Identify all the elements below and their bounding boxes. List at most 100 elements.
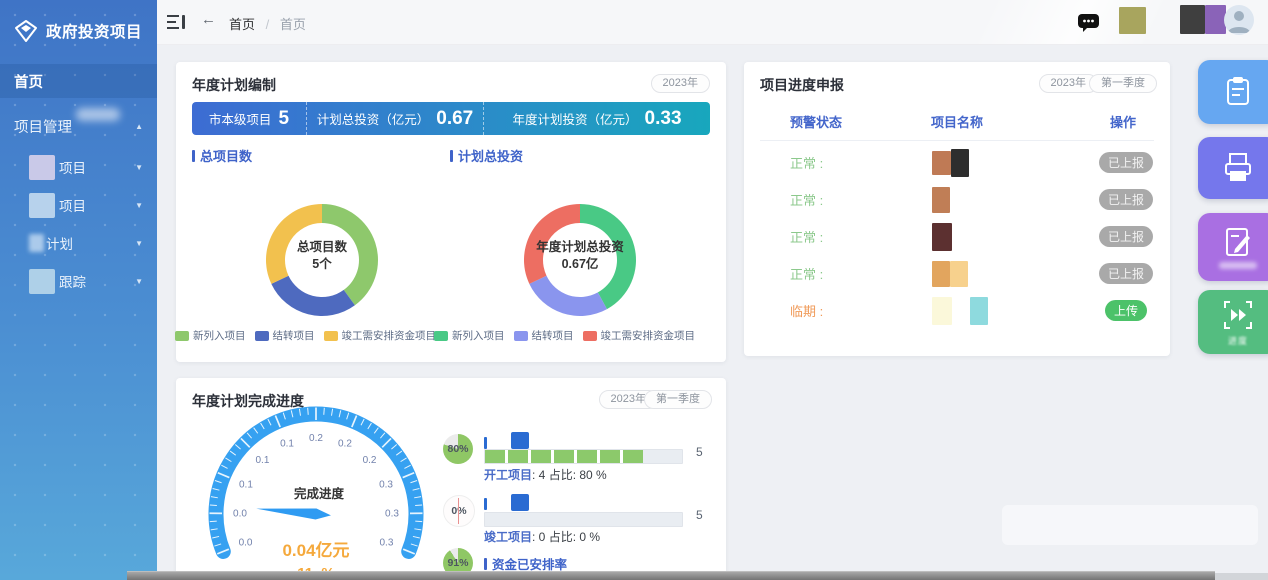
sidebar-item-4[interactable]: 计划▼ <box>0 224 157 262</box>
topbar-streak <box>628 0 1268 44</box>
stat-label: 年度计划投资（亿元） <box>513 109 638 128</box>
donut-center-title: 年度计划总投资 <box>515 239 645 256</box>
app-logo: 政府投资项目 <box>0 10 157 52</box>
bar-caption: 竣工项目: 0 占比: 0 % <box>484 528 600 545</box>
legend-label: 竣工需安排资金项目 <box>601 328 696 343</box>
mini-pie-label: 0% <box>451 505 466 517</box>
table-row-2: 正常 :已上报 <box>744 218 1170 255</box>
sidebar-item-5[interactable]: 跟踪 ▼ <box>0 262 157 300</box>
progress-bar-fill <box>485 450 643 463</box>
submitted-button[interactable]: 已上报 <box>1099 263 1153 284</box>
fab-fast-forward-button[interactable]: 进度 <box>1198 290 1268 354</box>
donut-center-label: 总项目数5个 <box>257 239 387 273</box>
redacted-block <box>932 297 952 325</box>
legend-label: 新列入项目 <box>193 328 246 343</box>
stat-value: 0.67 <box>436 108 473 130</box>
sidebar-item-3[interactable]: 项目▼ <box>0 186 157 224</box>
mini-pie-0%: 0% <box>443 495 475 527</box>
progress-bar-track <box>484 449 683 464</box>
quarter-filter-pill[interactable]: 第一季度 <box>644 390 712 409</box>
chevron-up-icon[interactable]: ▲ <box>135 122 143 131</box>
bar-caption-name: 开工项目 <box>484 468 532 482</box>
fab-label-smudge <box>1219 262 1257 269</box>
report-table-body: 正常 :已上报正常 :已上报正常 :已上报正常 :已上报临期 :上传 <box>744 144 1170 329</box>
gauge-needle <box>256 509 331 520</box>
fab-clipboard-button[interactable] <box>1198 60 1268 124</box>
sidebar-item-0[interactable]: 首页 <box>0 64 157 98</box>
breadcrumb-current: 首页 <box>280 17 306 32</box>
redacted-block <box>970 297 988 325</box>
submitted-button[interactable]: 已上报 <box>1099 152 1153 173</box>
edit-doc-icon <box>1221 225 1255 259</box>
gauge-svg: 0.00.00.10.10.10.20.20.20.30.30.3完成进度0.0… <box>176 406 476 580</box>
fab-printer-button[interactable] <box>1198 137 1268 199</box>
redacted-project-name <box>902 149 1098 177</box>
action-cell: 已上报 <box>1098 263 1154 284</box>
donut-center-label: 年度计划总投资0.67亿 <box>515 239 645 273</box>
legend-item[interactable]: 结转项目 <box>514 328 574 343</box>
bar-caption-values: : 4 占比: 80 % <box>532 468 607 482</box>
legend-item[interactable]: 结转项目 <box>255 328 315 343</box>
gauge-amount-text: 0.04亿元 <box>282 540 349 560</box>
message-icon[interactable] <box>1077 12 1101 34</box>
bar-marker-square <box>511 432 529 449</box>
donut-chart-total-investment: 年度计划总投资0.67亿 <box>515 195 645 325</box>
legend-swatch <box>434 331 448 341</box>
clipboard-icon <box>1221 75 1255 109</box>
donut-center-value: 5个 <box>257 256 387 273</box>
sidebar-item-label: 首页 <box>14 71 43 92</box>
table-row-3: 正常 : 已上报 <box>744 255 1170 292</box>
chevron-down-icon[interactable]: ▼ <box>135 239 143 248</box>
gauge-tick <box>415 505 422 506</box>
legend-item[interactable]: 新列入项目 <box>175 328 246 343</box>
bar-max-label: 5 <box>696 508 703 522</box>
legend-swatch <box>514 331 528 341</box>
stat-city-projects: 市本级项目 5 <box>192 102 306 135</box>
stat-value: 0.33 <box>645 108 682 130</box>
redacted-block <box>29 193 55 218</box>
chevron-down-icon[interactable]: ▼ <box>135 277 143 286</box>
sidebar-item-2[interactable]: 项目▼ <box>0 148 157 186</box>
legend-item[interactable]: 竣工需安排资金项目 <box>324 328 437 343</box>
gauge-tick-label: 0.0 <box>239 537 253 548</box>
donut-center-title: 总项目数 <box>257 239 387 256</box>
legend-item[interactable]: 新列入项目 <box>434 328 505 343</box>
top-bar: ← 首页 / 首页 <box>157 0 1268 45</box>
upload-button[interactable]: 上传 <box>1105 300 1147 321</box>
redacted-project-name <box>902 261 1098 287</box>
bottom-scrollbar[interactable] <box>127 571 1215 580</box>
status-badge: 正常 : <box>790 264 902 283</box>
gauge-tick-label: 0.1 <box>255 455 269 466</box>
action-cell: 已上报 <box>1098 226 1154 247</box>
progress-report-title: 项目进度申报 <box>760 75 844 95</box>
completion-progress-card: 年度计划完成进度 2023年 第一季度 0.00.00.10.10.10.20.… <box>176 378 726 580</box>
legend-item[interactable]: 竣工需安排资金项目 <box>583 328 696 343</box>
back-arrow-icon[interactable]: ← <box>201 11 216 28</box>
submitted-button[interactable]: 已上报 <box>1099 189 1153 210</box>
chevron-down-icon[interactable]: ▼ <box>135 163 143 172</box>
redacted-block <box>951 149 969 177</box>
progress-bar-track <box>484 512 683 527</box>
user-avatar[interactable] <box>1224 5 1254 35</box>
gauge-tick-label: 0.3 <box>380 537 394 548</box>
collapse-menu-icon[interactable] <box>167 14 187 30</box>
quarter-filter-pill[interactable]: 第一季度 <box>1089 74 1157 93</box>
donut-slice-结转项目 <box>529 276 607 316</box>
sidebar-item-1[interactable]: 项目管理▲ <box>0 108 157 144</box>
app-title: 政府投资项目 <box>46 20 142 42</box>
redacted-block <box>932 151 951 175</box>
redacted-project-name <box>902 297 1098 325</box>
fab-edit-doc-button[interactable] <box>1198 213 1268 281</box>
chevron-down-icon[interactable]: ▼ <box>135 201 143 210</box>
submitted-button[interactable]: 已上报 <box>1099 226 1153 247</box>
gauge-tick-label: 0.3 <box>379 480 393 491</box>
legend-label: 结转项目 <box>273 328 315 343</box>
action-cell: 已上报 <box>1098 189 1154 210</box>
gauge-tick-label: 0.2 <box>338 439 352 450</box>
sidebar-item-label: 跟踪 <box>59 271 86 291</box>
table-row-4: 临期 :上传 <box>744 292 1170 329</box>
section-title-total-investment: 计划总投资 <box>450 146 523 165</box>
year-filter-pill[interactable]: 2023年 <box>651 74 710 93</box>
breadcrumb-root[interactable]: 首页 <box>229 17 255 32</box>
gauge-tick-label: 0.2 <box>363 455 377 466</box>
